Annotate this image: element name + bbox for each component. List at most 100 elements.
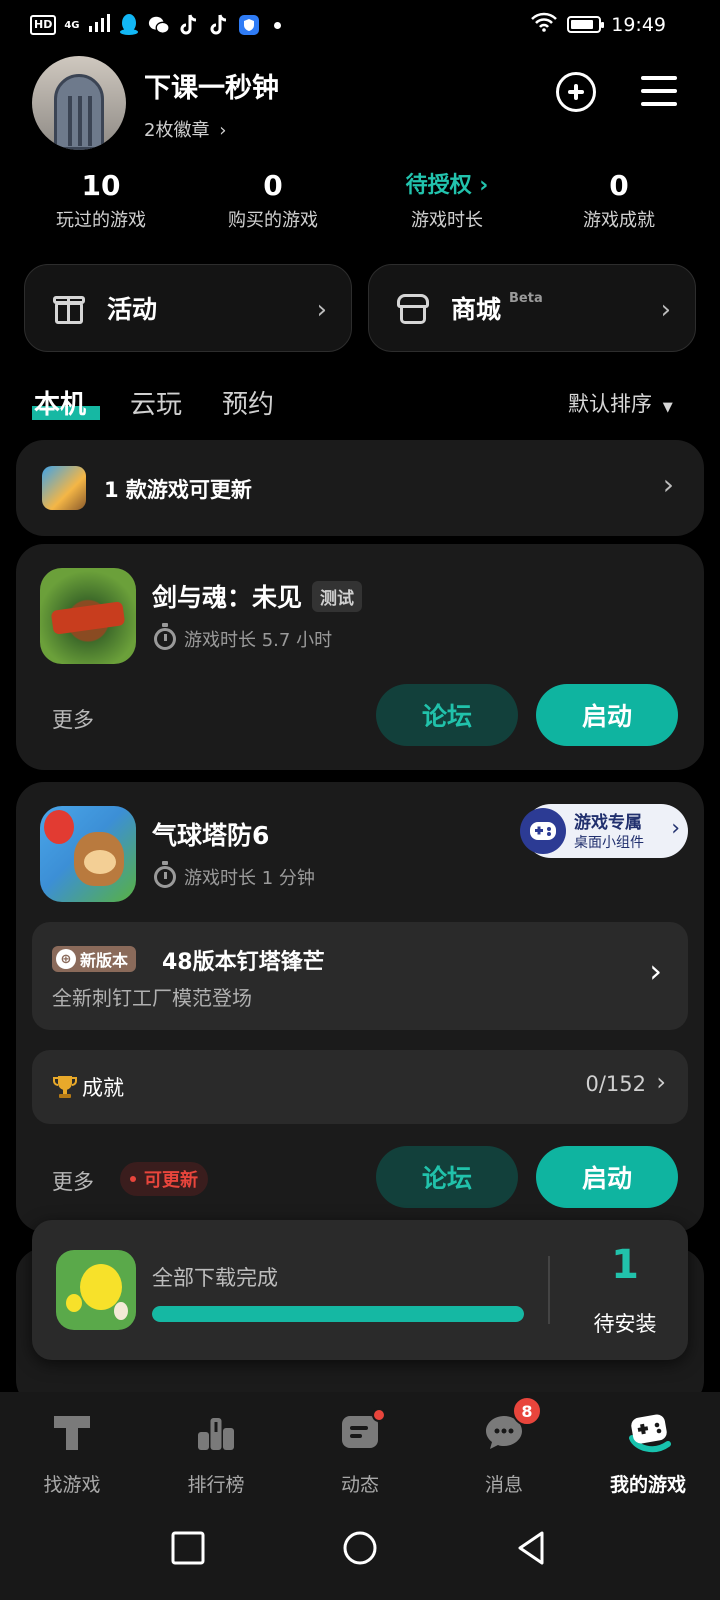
download-popup[interactable]: 全部下载完成 1 待安装 [32, 1220, 688, 1360]
game-name: 气球塔防6 [152, 821, 270, 850]
shop-icon [397, 292, 429, 324]
game-card: 气球塔防6 游戏时长 1 分钟 游戏专属 桌面小组件 › ⊕ 新版本 48版本钉… [16, 782, 704, 1232]
news-banner[interactable]: ⊕ 新版本 48版本钉塔锋芒 全新刺钉工厂模范登场 › [32, 922, 688, 1030]
widget-subtitle: 桌面小组件 [574, 835, 644, 851]
message-icon: 8 [480, 1396, 542, 1456]
shield-icon [238, 14, 260, 36]
gift-icon [53, 292, 85, 324]
clock: 19:49 [611, 13, 666, 36]
chevron-right-icon: › [671, 816, 680, 841]
start-button[interactable]: 启动 [536, 1146, 678, 1208]
stat-played[interactable]: 10 玩过的游戏 [16, 168, 186, 232]
download-progress-fill [152, 1306, 524, 1322]
achievements-row[interactable]: 成就 0/152 › [32, 1050, 688, 1124]
username[interactable]: 下课一秒钟 [144, 66, 279, 105]
widget-promo-button[interactable]: 游戏专属 桌面小组件 › [520, 804, 688, 858]
ranking-icon [192, 1408, 240, 1456]
avatar[interactable] [32, 56, 126, 150]
stat-label: 游戏成就 [583, 210, 655, 231]
more-notifications-dot [273, 21, 281, 29]
wechat-icon [148, 14, 170, 36]
stopwatch-icon [154, 861, 176, 888]
trophy-icon [52, 1074, 78, 1104]
tab-local[interactable]: 本机 [34, 384, 86, 421]
game-icon-jianyuhun[interactable] [40, 568, 136, 664]
pending-install-count: 1 [611, 1242, 639, 1288]
caret-down-icon: ▼ [662, 400, 673, 415]
tiktok-icon-2 [208, 14, 230, 36]
chevron-right-icon: › [660, 295, 671, 325]
status-bar: HD 4G 19:49 [0, 0, 720, 56]
discover-icon [48, 1408, 96, 1456]
home-button[interactable] [342, 1530, 378, 1566]
update-text: 1 款游戏可更新 [104, 478, 252, 502]
stat-label: 购买的游戏 [228, 210, 318, 231]
nav-ranking[interactable]: 排行榜 [144, 1408, 288, 1497]
stat-playtime[interactable]: 待授权 › 游戏时长 [362, 168, 532, 232]
menu-icon[interactable] [641, 76, 677, 106]
nav-discover[interactable]: 找游戏 [0, 1408, 144, 1497]
more-button[interactable]: 更多 [52, 1166, 94, 1196]
activity-button[interactable]: 活动 › [24, 264, 352, 352]
beta-tag: Beta [509, 290, 543, 306]
stat-value: 10 [81, 169, 121, 202]
nav-label: 找游戏 [43, 1474, 101, 1496]
test-badge: 测试 [312, 580, 363, 612]
forum-button[interactable]: 论坛 [376, 684, 518, 746]
nav-my-games[interactable]: 我的游戏 [576, 1408, 720, 1497]
gamepad-icon [624, 1408, 672, 1456]
add-icon[interactable] [556, 72, 596, 112]
nav-label: 我的游戏 [609, 1474, 686, 1496]
chevron-right-icon: › [649, 952, 662, 990]
playtime: 游戏时长 5.7 小时 [154, 623, 333, 652]
update-available-badge[interactable]: 可更新 [120, 1162, 208, 1196]
nav-label: 动态 [340, 1474, 379, 1496]
news-subtitle: 全新刺钉工厂模范登场 [52, 986, 252, 1010]
stat-achievements[interactable]: 0 游戏成就 [534, 168, 704, 232]
tab-reserve[interactable]: 预约 [222, 384, 274, 421]
qq-icon [118, 14, 140, 36]
update-banner[interactable]: 1 款游戏可更新 › [16, 440, 704, 536]
pending-install-label: 待安装 [593, 1312, 657, 1336]
download-status: 全部下载完成 [152, 1266, 278, 1290]
game-icon-btd6[interactable] [40, 806, 136, 902]
badges-count: 2枚徽章 [144, 120, 210, 141]
badges-link[interactable]: 2枚徽章 › [144, 116, 226, 142]
widget-title: 游戏专属 [574, 813, 642, 833]
achievement-label: 成就 [82, 1076, 124, 1100]
tiktok-icon [178, 14, 200, 36]
achievement-progress: 0/152 [585, 1072, 646, 1096]
start-button[interactable]: 启动 [536, 684, 678, 746]
stat-purchased[interactable]: 0 购买的游戏 [188, 168, 358, 232]
red-dot [130, 1176, 136, 1182]
mall-button[interactable]: 商城 Beta › [368, 264, 696, 352]
downloaded-game-icon [56, 1250, 136, 1330]
stat-value: 待授权 › [405, 173, 489, 198]
playtime-text: 游戏时长 1 分钟 [184, 868, 315, 889]
version-icon: ⊕ [56, 949, 76, 969]
nav-messages[interactable]: 8 消息 [432, 1396, 576, 1497]
sort-dropdown[interactable]: 默认排序 ▼ [568, 388, 673, 418]
playtime-text: 游戏时长 5.7 小时 [184, 630, 333, 651]
network-type: 4G [64, 19, 80, 31]
signal-icon [88, 14, 110, 36]
download-progress-bar [152, 1306, 524, 1322]
sort-label: 默认排序 [568, 392, 652, 416]
hd-indicator: HD [30, 15, 57, 35]
stat-value: 0 [263, 169, 283, 202]
battery-icon [567, 16, 605, 33]
chevron-right-icon: › [316, 295, 327, 325]
mall-label: 商城 [451, 295, 502, 324]
new-version-badge: ⊕ 新版本 [52, 946, 137, 972]
activity-label: 活动 [107, 295, 158, 324]
chevron-right-icon: › [219, 120, 227, 141]
tab-cloud[interactable]: 云玩 [130, 384, 182, 421]
forum-button[interactable]: 论坛 [376, 1146, 518, 1208]
back-button[interactable] [514, 1530, 550, 1566]
more-button[interactable]: 更多 [52, 704, 94, 734]
chevron-right-icon: › [656, 1068, 666, 1096]
recent-apps-button[interactable] [170, 1530, 206, 1566]
chevron-right-icon: › [479, 173, 489, 198]
nav-feed[interactable]: 动态 [288, 1408, 432, 1497]
stat-label: 游戏时长 [411, 210, 483, 231]
